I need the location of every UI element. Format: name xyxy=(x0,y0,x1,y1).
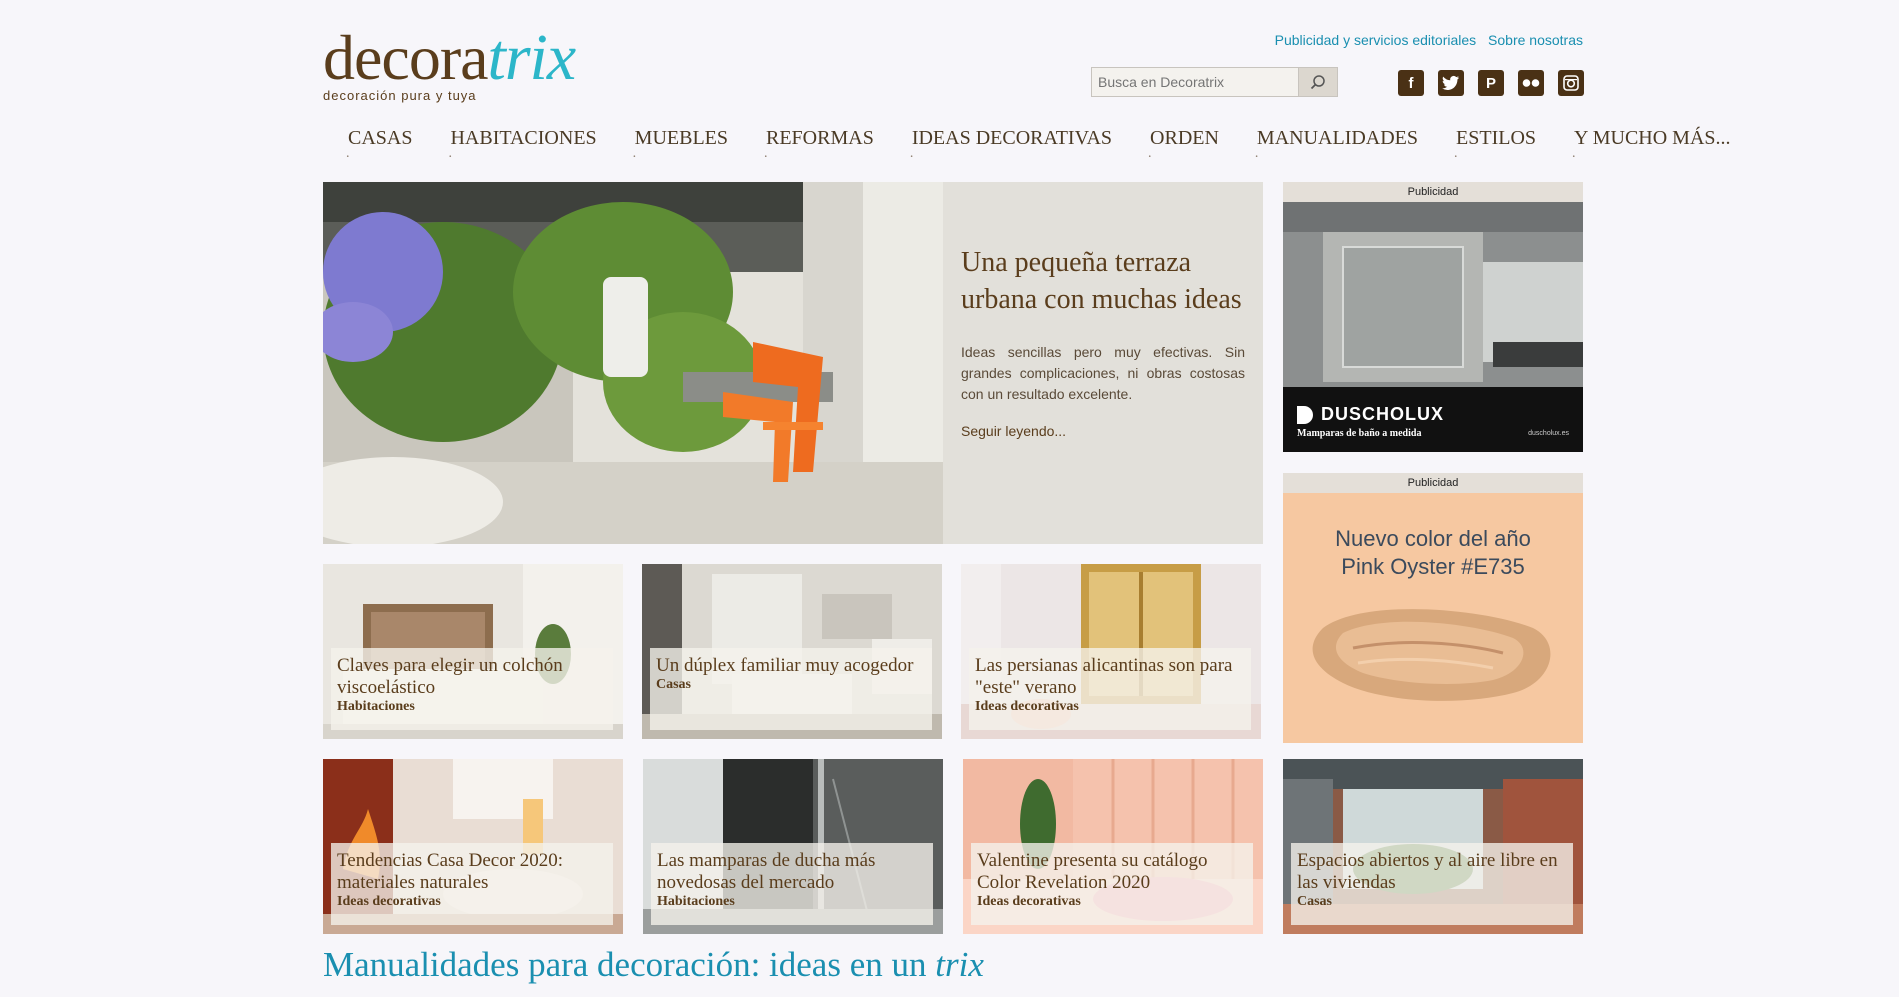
article-card[interactable]: Valentine presenta su catálogo Color Rev… xyxy=(963,759,1263,934)
ad-image: Nuevo color del año Pink Oyster #E735 xyxy=(1283,493,1583,743)
paint-swatch-icon xyxy=(1312,609,1551,701)
article-caption: Las mamparas de ducha más novedosas del … xyxy=(651,843,933,925)
facebook-icon[interactable]: f xyxy=(1398,70,1424,96)
article-title[interactable]: Valentine presenta su catálogo Color Rev… xyxy=(977,850,1247,894)
top-links: Publicidad y servicios editoriales Sobre… xyxy=(1267,32,1583,48)
article-card[interactable]: Tendencias Casa Decor 2020: materiales n… xyxy=(323,759,623,934)
nav-item-manualidades[interactable]: MANUALIDADES xyxy=(1232,124,1431,164)
nav-item-ideas-decorativas[interactable]: IDEAS DECORATIVAS xyxy=(887,124,1125,164)
logo-tagline: decoración pura y tuya xyxy=(323,88,477,103)
ad-tagline: Mamparas de baño a medida xyxy=(1297,428,1422,439)
search-icon xyxy=(1310,75,1325,90)
instagram-icon[interactable] xyxy=(1558,70,1584,96)
article-category[interactable]: Habitaciones xyxy=(337,699,607,715)
article-card[interactable]: Claves para elegir un colchón viscoelást… xyxy=(323,564,623,739)
page-wrapper: decoratrix decoración pura y tuya Public… xyxy=(323,0,1731,997)
article-card[interactable]: Las persianas alicantinas son para "este… xyxy=(961,564,1261,739)
article-card[interactable]: Las mamparas de ducha más novedosas del … xyxy=(643,759,943,934)
nav-item-reformas[interactable]: REFORMAS xyxy=(741,124,887,164)
article-card[interactable]: Un dúplex familiar muy acogedor Casas xyxy=(642,564,942,739)
ad-label: Publicidad xyxy=(1407,477,1459,489)
ad-banner-duscholux[interactable]: Publicidad DUSCHOLUX Mamparas de baño a … xyxy=(1283,182,1583,452)
section-title: Manualidades para decoración: ideas en u… xyxy=(323,945,984,984)
article-caption: Valentine presenta su catálogo Color Rev… xyxy=(971,843,1253,925)
article-category[interactable]: Ideas decorativas xyxy=(337,894,607,910)
article-category[interactable]: Casas xyxy=(1297,894,1567,910)
article-card[interactable]: Espacios abiertos y al aire libre en las… xyxy=(1283,759,1583,934)
duscholux-logo-icon xyxy=(1297,405,1313,424)
article-title[interactable]: Claves para elegir un colchón viscoelást… xyxy=(337,655,607,699)
article-title[interactable]: Tendencias Casa Decor 2020: materiales n… xyxy=(337,850,607,894)
search-input[interactable] xyxy=(1092,68,1309,96)
featured-article[interactable]: Una pequeña terraza urbana con muchas id… xyxy=(323,182,1263,544)
ad-brand: DUSCHOLUX xyxy=(1297,404,1444,425)
featured-title[interactable]: Una pequeña terraza urbana con muchas id… xyxy=(961,244,1245,318)
article-title[interactable]: Las mamparas de ducha más novedosas del … xyxy=(657,850,927,894)
article-caption: Las persianas alicantinas son para "este… xyxy=(969,648,1251,730)
nav-item-estilos[interactable]: ESTILOS xyxy=(1431,124,1549,164)
article-title[interactable]: Las persianas alicantinas son para "este… xyxy=(975,655,1245,699)
article-category[interactable]: Habitaciones xyxy=(657,894,927,910)
logo-wordmark: decoratrix xyxy=(323,21,576,94)
pinterest-icon[interactable]: P xyxy=(1478,70,1504,96)
main-nav: CASAS HABITACIONES MUEBLES REFORMAS IDEA… xyxy=(323,124,1730,164)
nav-item-orden[interactable]: ORDEN xyxy=(1125,124,1232,164)
article-caption: Tendencias Casa Decor 2020: materiales n… xyxy=(331,843,613,925)
nav-item-habitaciones[interactable]: HABITACIONES xyxy=(425,124,609,164)
advertising-link[interactable]: Publicidad y servicios editoriales xyxy=(1275,32,1477,48)
article-category[interactable]: Ideas decorativas xyxy=(977,894,1247,910)
article-caption: Espacios abiertos y al aire libre en las… xyxy=(1291,843,1573,925)
site-logo[interactable]: decoratrix decoración pura y tuya xyxy=(323,21,623,106)
featured-image[interactable] xyxy=(323,182,943,544)
twitter-icon[interactable] xyxy=(1438,70,1464,96)
ad-url: duscholux.es xyxy=(1528,430,1569,437)
featured-text: Una pequeña terraza urbana con muchas id… xyxy=(943,182,1263,544)
article-title[interactable]: Un dúplex familiar muy acogedor xyxy=(656,655,926,677)
article-caption: Claves para elegir un colchón viscoelást… xyxy=(331,648,613,730)
nav-item-mas[interactable]: Y MUCHO MÁS... xyxy=(1549,124,1744,164)
featured-description: Ideas sencillas pero muy efectivas. Sin … xyxy=(961,344,1245,402)
article-category[interactable]: Casas xyxy=(656,677,926,693)
nav-item-casas[interactable]: CASAS xyxy=(323,124,425,164)
article-caption: Un dúplex familiar muy acogedor Casas xyxy=(650,648,932,730)
article-category[interactable]: Ideas decorativas xyxy=(975,699,1245,715)
ad-banner-pink-oyster[interactable]: Publicidad Nuevo color del año Pink Oyst… xyxy=(1283,473,1583,743)
search-button[interactable] xyxy=(1298,68,1337,96)
social-links: f P xyxy=(1398,70,1584,96)
ad-headline: Nuevo color del año Pink Oyster #E735 xyxy=(1335,526,1531,579)
nav-item-muebles[interactable]: MUEBLES xyxy=(610,124,741,164)
about-link[interactable]: Sobre nosotras xyxy=(1488,32,1583,48)
flickr-icon[interactable] xyxy=(1518,70,1544,96)
search-box xyxy=(1091,67,1338,97)
article-title[interactable]: Espacios abiertos y al aire libre en las… xyxy=(1297,850,1567,894)
ad-label: Publicidad xyxy=(1407,186,1459,198)
read-more-link[interactable]: Seguir leyendo... xyxy=(961,423,1245,439)
